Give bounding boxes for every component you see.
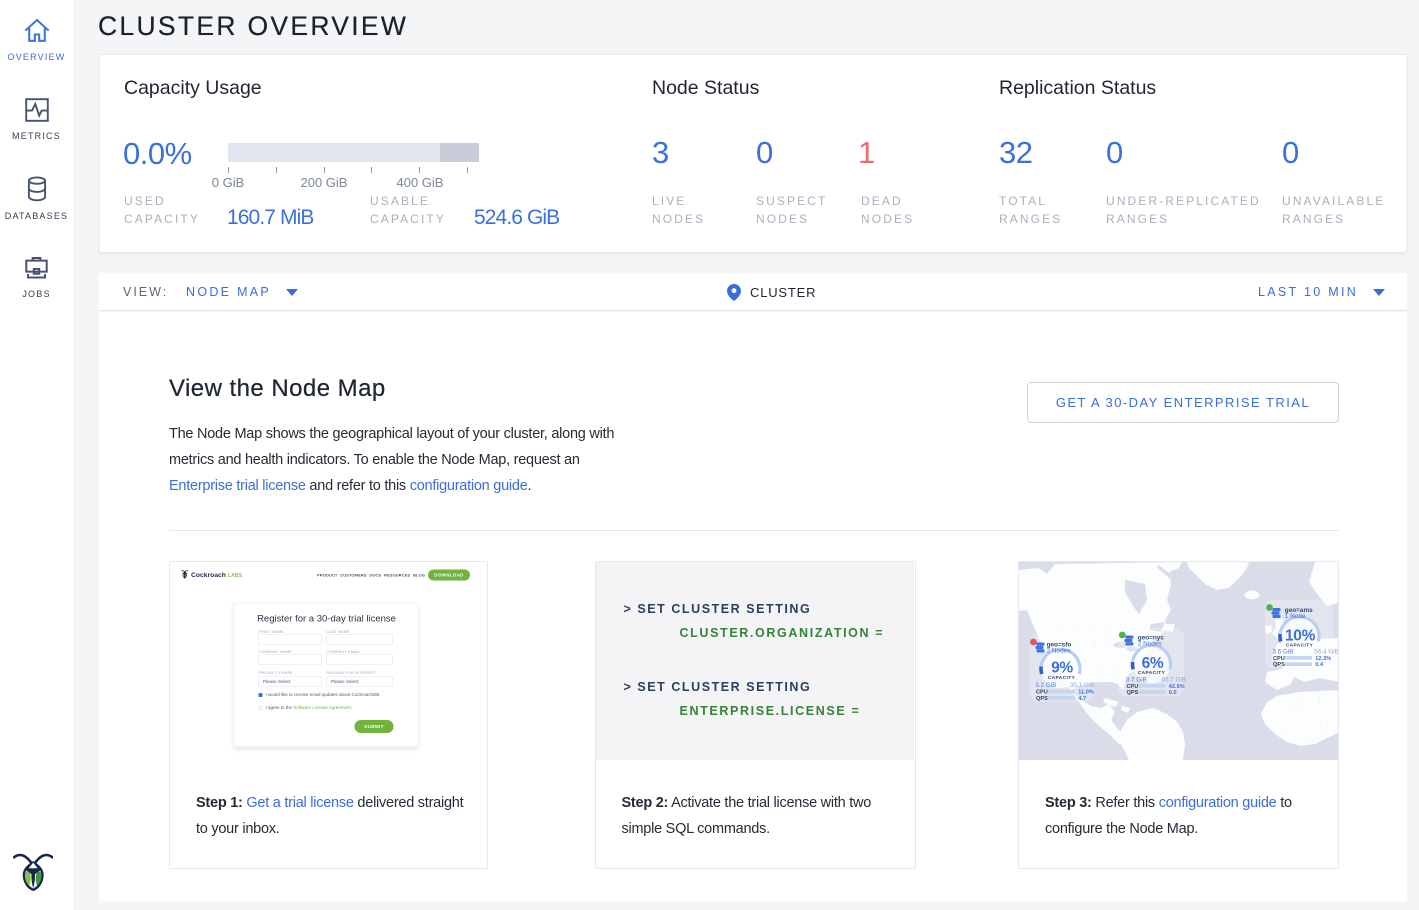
svg-text:1 Node: 1 Node: [1285, 613, 1306, 620]
svg-text:42.5%: 42.5%: [1169, 684, 1185, 690]
svg-text:65.7 GiB: 65.7 GiB: [1162, 677, 1187, 684]
svg-text:6%: 6%: [1142, 655, 1164, 672]
svg-text:4.7: 4.7: [1078, 696, 1086, 702]
svg-text:0.0: 0.0: [1169, 690, 1177, 696]
svg-text:2 Nodes: 2 Nodes: [1138, 641, 1162, 648]
svg-text:3.7 GiB: 3.7 GiB: [1126, 677, 1147, 684]
svg-text:12.3%: 12.3%: [1315, 656, 1331, 662]
svg-text:CAPACITY: CAPACITY: [1048, 675, 1076, 681]
svg-text:0.4: 0.4: [1315, 662, 1324, 668]
svg-text:QPS: QPS: [1036, 696, 1048, 702]
svg-text:35.1 GiB: 35.1 GiB: [1070, 682, 1095, 689]
svg-text:CPU: CPU: [1127, 684, 1139, 690]
svg-text:9%: 9%: [1051, 660, 1073, 677]
svg-text:QPS: QPS: [1127, 690, 1139, 696]
svg-text:3.2 GiB: 3.2 GiB: [1035, 682, 1056, 689]
svg-text:CPU: CPU: [1273, 656, 1285, 662]
svg-text:10%: 10%: [1285, 628, 1316, 645]
svg-text:56.4 GiB: 56.4 GiB: [1314, 649, 1338, 656]
svg-text:QPS: QPS: [1273, 662, 1285, 668]
svg-text:CPU: CPU: [1036, 690, 1048, 696]
svg-text:CAPACITY: CAPACITY: [1138, 670, 1166, 676]
svg-text:3.6 GiB: 3.6 GiB: [1272, 649, 1293, 656]
svg-text:11.0%: 11.0%: [1078, 690, 1094, 696]
svg-text:2 Nodes: 2 Nodes: [1047, 648, 1071, 655]
